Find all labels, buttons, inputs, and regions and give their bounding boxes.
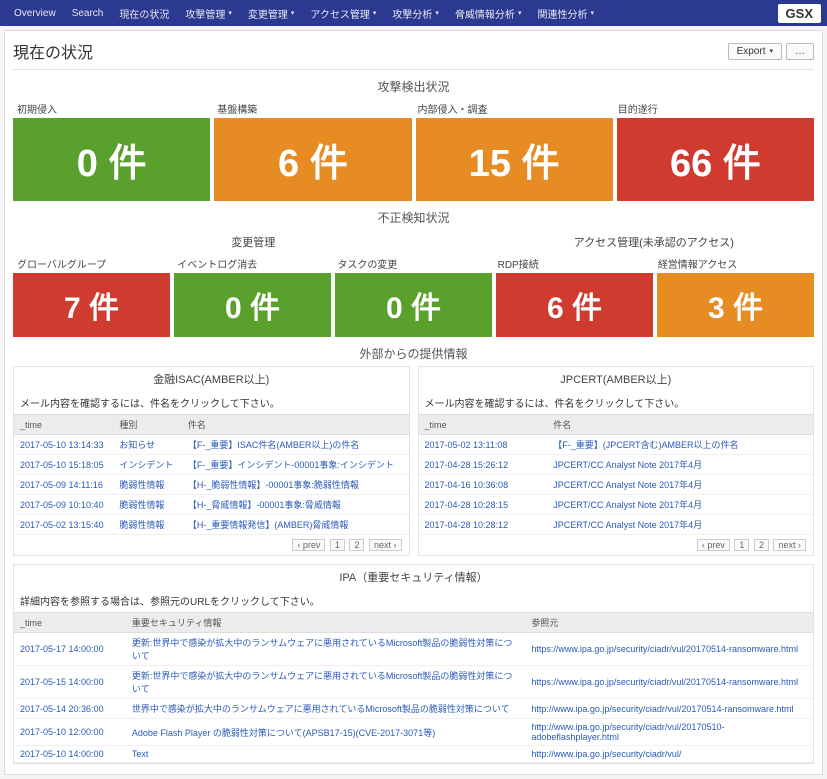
table-row[interactable]: 2017-05-10 15:18:05インシデント【F-_重要】インシデント-0…	[14, 455, 409, 475]
fraud-h2: イベントログ消去	[173, 254, 333, 273]
jpcert-pager: ‹ prev 1 2 next ›	[419, 535, 814, 555]
panel-ipa-title: IPA（重要セキュリティ情報）	[14, 565, 813, 589]
fraud-h1: グローバルグループ	[13, 254, 173, 273]
fraud-card-2[interactable]: 0 件	[174, 273, 331, 337]
attack-card-3[interactable]: 15 件	[416, 118, 613, 201]
brand-badge: GSX	[778, 4, 821, 23]
fraud-headers: グローバルグループ イベントログ消去 タスクの変更 RDP接続 経営情報アクセス	[13, 254, 814, 273]
panel-ipa-note: 詳細内容を参照する場合は、参照元のURLをクリックして下さい。	[14, 589, 813, 612]
attack-section-title: 攻撃検出状況	[13, 78, 814, 95]
pager-prev[interactable]: ‹ prev	[697, 539, 730, 551]
table-row[interactable]: 2017-05-10 12:00:00Adobe Flash Player の脆…	[14, 719, 813, 746]
panel-isac-note: メール内容を確認するには、件名をクリックして下さい。	[14, 391, 409, 414]
pager-2[interactable]: 2	[349, 539, 364, 551]
table-row[interactable]: 2017-05-10 14:00:00Texthttp://www.ipa.go…	[14, 746, 813, 763]
fraud-card-3[interactable]: 0 件	[335, 273, 492, 337]
ext-section-title: 外部からの提供情報	[13, 345, 814, 362]
panel-isac-title: 金融ISAC(AMBER以上)	[14, 367, 409, 391]
jpcert-col-subj[interactable]: 件名	[547, 415, 813, 435]
attack-card-2[interactable]: 6 件	[214, 118, 411, 201]
chevron-down-icon: ▾	[228, 9, 232, 17]
pager-next[interactable]: next ›	[369, 539, 402, 551]
jpcert-table: _time 件名 2017-05-02 13:11:08【F-_重要】(JPCE…	[419, 414, 814, 535]
pager-next[interactable]: next ›	[773, 539, 806, 551]
pager-2[interactable]: 2	[754, 539, 769, 551]
attack-h4: 目的遂行	[614, 99, 814, 118]
attack-cards: 0 件 6 件 15 件 66 件	[13, 118, 814, 201]
ipa-col-time[interactable]: _time	[14, 613, 126, 633]
fraud-card-4[interactable]: 6 件	[496, 273, 653, 337]
fraud-h4: RDP接続	[494, 254, 654, 273]
pager-1[interactable]: 1	[734, 539, 749, 551]
nav-access[interactable]: アクセス管理▾	[302, 6, 384, 21]
ipa-table: _time 重要セキュリティ情報 参照元 2017-05-17 14:00:00…	[14, 612, 813, 763]
chevron-down-icon: ▾	[590, 9, 594, 17]
more-button[interactable]: …	[786, 43, 814, 60]
fraud-section-title: 不正検知状況	[13, 209, 814, 226]
nav-attack[interactable]: 攻撃管理▾	[177, 6, 240, 21]
ipa-col-ref[interactable]: 参照元	[525, 613, 813, 633]
nav-relation[interactable]: 関連性分析▾	[529, 6, 602, 21]
isac-pager: ‹ prev 1 2 next ›	[14, 535, 409, 555]
fraud-group-1: 変更管理	[13, 230, 494, 254]
page-header: 現在の状況 Export▾ …	[13, 35, 814, 70]
jpcert-col-time[interactable]: _time	[419, 415, 548, 435]
table-row[interactable]: 2017-05-02 13:11:08【F-_重要】(JPCERT含む)AMBE…	[419, 435, 814, 455]
panel-jpcert: JPCERT(AMBER以上) メール内容を確認するには、件名をクリックして下さ…	[418, 366, 815, 556]
nav-change[interactable]: 変更管理▾	[240, 6, 303, 21]
attack-card-1[interactable]: 0 件	[13, 118, 210, 201]
panel-jpcert-note: メール内容を確認するには、件名をクリックして下さい。	[419, 391, 814, 414]
attack-h1: 初期侵入	[13, 99, 213, 118]
chevron-down-icon: ▾	[435, 9, 439, 17]
fraud-card-1[interactable]: 7 件	[13, 273, 170, 337]
fraud-h3: タスクの変更	[333, 254, 493, 273]
ipa-col-info[interactable]: 重要セキュリティ情報	[126, 613, 526, 633]
pager-1[interactable]: 1	[330, 539, 345, 551]
isac-col-type[interactable]: 種別	[113, 415, 182, 435]
navbar: Overview Search 現在の状況 攻撃管理▾ 変更管理▾ アクセス管理…	[0, 0, 827, 26]
nav-overview[interactable]: Overview	[6, 8, 64, 19]
pager-prev[interactable]: ‹ prev	[292, 539, 325, 551]
table-row[interactable]: 2017-04-28 15:26:12JPCERT/CC Analyst Not…	[419, 455, 814, 475]
page: 現在の状況 Export▾ … 攻撃検出状況 初期侵入 基盤構築 内部侵入・調査…	[4, 30, 823, 775]
chevron-down-icon: ▾	[518, 9, 522, 17]
fraud-card-5[interactable]: 3 件	[657, 273, 814, 337]
attack-headers: 初期侵入 基盤構築 内部侵入・調査 目的遂行	[13, 99, 814, 118]
table-row[interactable]: 2017-05-09 10:10:40脆弱性情報【H-_脅威情報】-00001事…	[14, 495, 409, 515]
fraud-h5: 経営情報アクセス	[654, 254, 814, 273]
fraud-cards: 7 件 0 件 0 件 6 件 3 件	[13, 273, 814, 337]
table-row[interactable]: 2017-05-09 14:11:16脆弱性情報【H-_脆弱性情報】-00001…	[14, 475, 409, 495]
table-row[interactable]: 2017-04-16 10:36:08JPCERT/CC Analyst Not…	[419, 475, 814, 495]
panel-isac: 金融ISAC(AMBER以上) メール内容を確認するには、件名をクリックして下さ…	[13, 366, 410, 556]
fraud-group-2: アクセス管理(未承認のアクセス)	[494, 230, 814, 254]
isac-col-time[interactable]: _time	[14, 415, 113, 435]
table-row[interactable]: 2017-05-10 13:14:33お知らせ【F-_重要】ISAC件名(AMB…	[14, 435, 409, 455]
attack-h2: 基盤構築	[213, 99, 413, 118]
isac-table: _time 種別 件名 2017-05-10 13:14:33お知らせ【F-_重…	[14, 414, 409, 535]
attack-card-4[interactable]: 66 件	[617, 118, 814, 201]
isac-col-subj[interactable]: 件名	[182, 415, 409, 435]
chevron-down-icon: ▾	[291, 9, 295, 17]
chevron-down-icon: ▾	[769, 47, 773, 55]
panel-ipa: IPA（重要セキュリティ情報） 詳細内容を参照する場合は、参照元のURLをクリッ…	[13, 564, 814, 764]
table-row[interactable]: 2017-04-28 10:28:15JPCERT/CC Analyst Not…	[419, 495, 814, 515]
table-row[interactable]: 2017-05-02 13:15:40脆弱性情報【H-_重要情報発信】(AMBE…	[14, 515, 409, 535]
panel-jpcert-title: JPCERT(AMBER以上)	[419, 367, 814, 391]
page-title: 現在の状況	[13, 39, 93, 63]
export-button[interactable]: Export▾	[728, 43, 782, 60]
nav-analysis[interactable]: 攻撃分析▾	[384, 6, 447, 21]
fraud-group-labels: 変更管理 アクセス管理(未承認のアクセス)	[13, 230, 814, 254]
table-row[interactable]: 2017-05-14 20:36:00世界中で感染が拡大中のランサムウェアに悪用…	[14, 699, 813, 719]
table-row[interactable]: 2017-05-15 14:00:00更新:世界中で感染が拡大中のランサムウェア…	[14, 666, 813, 699]
table-row[interactable]: 2017-04-28 10:28:12JPCERT/CC Analyst Not…	[419, 515, 814, 535]
table-row[interactable]: 2017-05-17 14:00:00更新:世界中で感染が拡大中のランサムウェア…	[14, 633, 813, 666]
nav-search[interactable]: Search	[64, 8, 112, 19]
nav-threat[interactable]: 脅威情報分析▾	[447, 6, 530, 21]
nav-current[interactable]: 現在の状況	[111, 6, 177, 21]
chevron-down-icon: ▾	[373, 9, 377, 17]
attack-h3: 内部侵入・調査	[414, 99, 614, 118]
